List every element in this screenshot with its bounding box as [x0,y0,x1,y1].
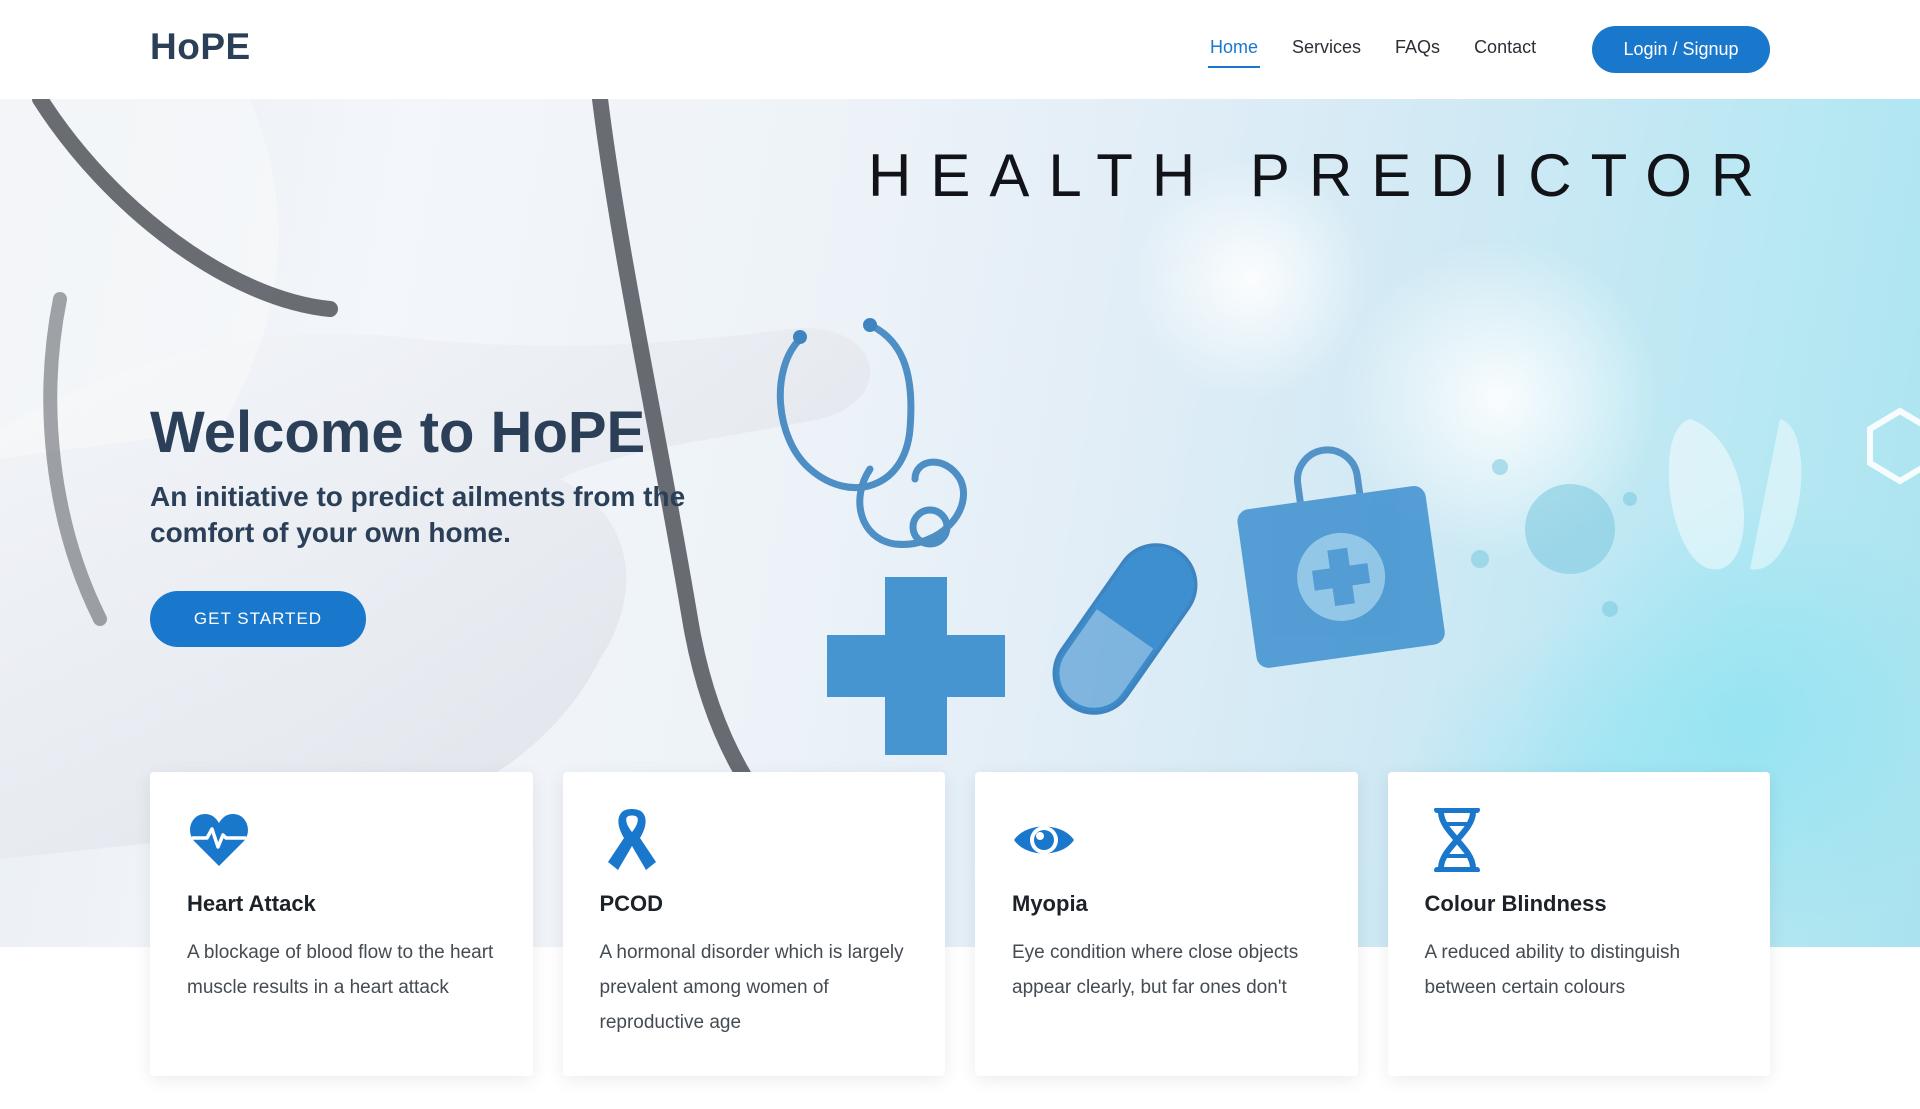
card-description: A blockage of blood flow to the heart mu… [187,942,494,998]
welcome-heading: Welcome to HoPE [150,400,646,465]
card-description: Eye condition where close objects appear… [1012,942,1299,998]
card-title: Heart Attack [187,891,316,916]
hero-title: HEALTH PREDICTOR [868,142,1774,209]
service-card-heart-attack[interactable]: Heart Attack A blockage of blood flow to… [150,772,533,1076]
nav-contact[interactable]: Contact [1472,31,1538,68]
card-description: A hormonal disorder which is largely pre… [599,942,904,1033]
nav-faqs[interactable]: FAQs [1393,31,1442,68]
login-signup-button[interactable]: Login / Signup [1592,26,1770,73]
nav-services[interactable]: Services [1290,31,1363,68]
heart-pulse-icon [190,814,248,866]
service-cards: Heart Attack A blockage of blood flow to… [150,772,1770,1076]
get-started-button[interactable]: GET STARTED [150,591,366,647]
dna-icon [1433,807,1480,873]
service-card-colour-blindness[interactable]: Colour Blindness A reduced ability to di… [1387,772,1770,1076]
logo[interactable]: HoPE [150,26,251,68]
eye-icon [1014,826,1074,854]
hero-subtitle: An initiative to predict ailments from t… [150,481,686,548]
card-title: Colour Blindness [1424,891,1607,916]
card-title: Myopia [1012,891,1088,916]
header: HoPE Home Services FAQs Contact Login / … [0,0,1920,99]
card-description: A reduced ability to distinguish between… [1424,942,1681,998]
ribbon-icon [607,809,656,870]
nav-home[interactable]: Home [1208,31,1261,68]
card-title: PCOD [599,891,664,916]
service-card-pcod[interactable]: PCOD A hormonal disorder which is largel… [562,772,945,1076]
service-card-myopia[interactable]: Myopia Eye condition where close objects… [975,772,1358,1076]
main-nav: Home Services FAQs Contact [1208,0,1568,99]
